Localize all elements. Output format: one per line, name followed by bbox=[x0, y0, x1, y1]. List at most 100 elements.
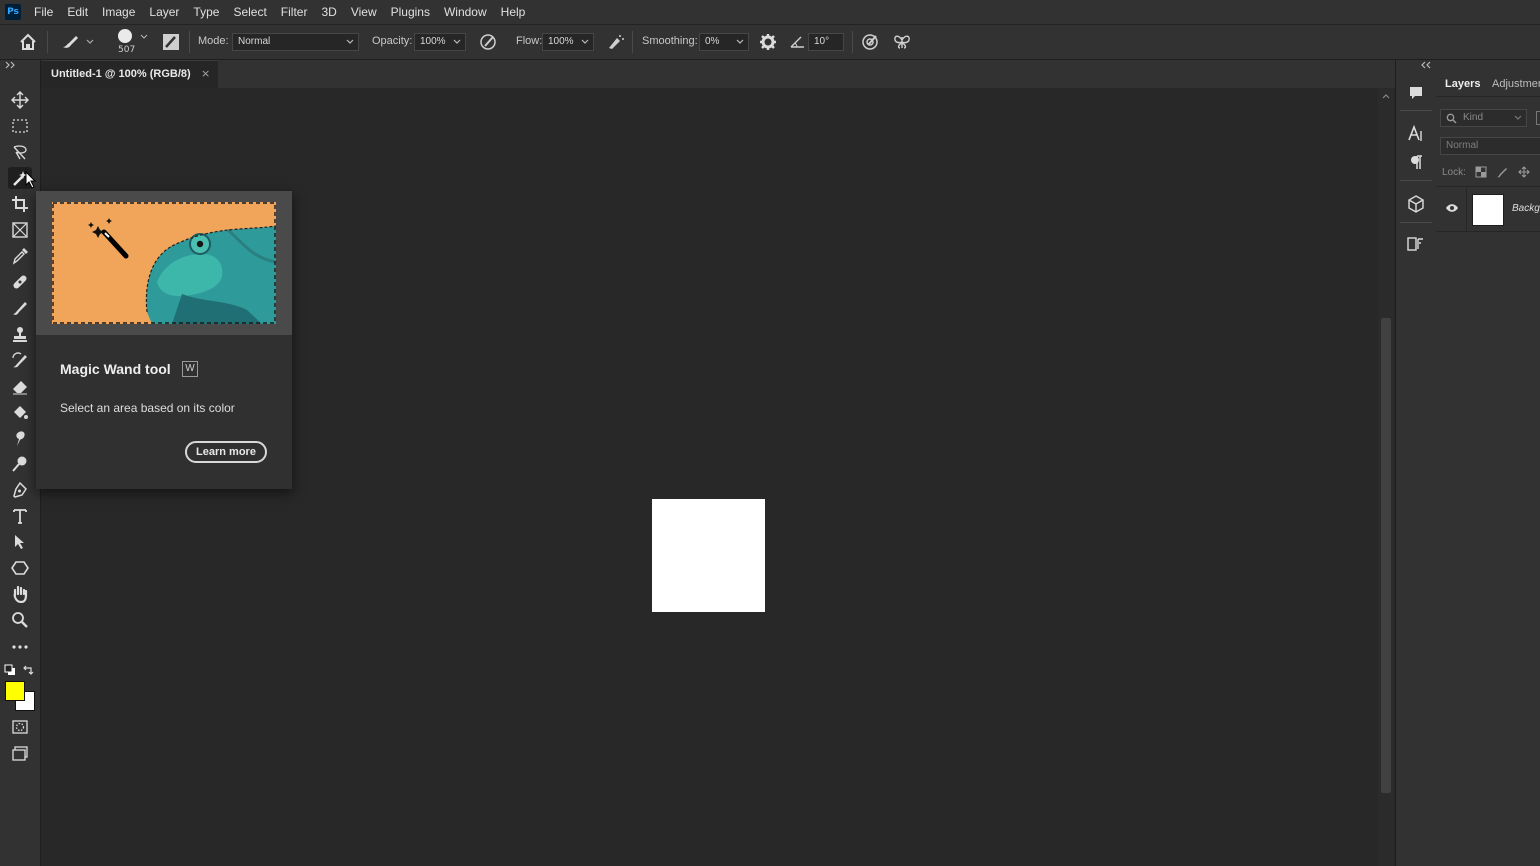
mode-dropdown[interactable]: Normal bbox=[232, 33, 359, 51]
crop-tool[interactable] bbox=[8, 193, 32, 215]
airbrush-button[interactable] bbox=[605, 32, 625, 52]
layer-name[interactable]: Backg bbox=[1512, 203, 1540, 214]
healing-brush-tool[interactable] bbox=[8, 271, 32, 293]
menu-edit[interactable]: Edit bbox=[60, 0, 95, 24]
lock-pixels-button[interactable] bbox=[1496, 166, 1508, 178]
separator bbox=[189, 31, 190, 53]
menu-window[interactable]: Window bbox=[437, 0, 494, 24]
menu-plugins[interactable]: Plugins bbox=[384, 0, 437, 24]
swap-colors-button[interactable] bbox=[22, 664, 34, 676]
chevron-down-icon bbox=[736, 39, 744, 44]
eraser-tool[interactable] bbox=[8, 375, 32, 397]
dodge-tool[interactable] bbox=[8, 453, 32, 475]
lock-position-button[interactable] bbox=[1518, 166, 1530, 178]
opacity-field[interactable]: 100% bbox=[414, 33, 466, 51]
menu-image[interactable]: Image bbox=[95, 0, 142, 24]
quick-mask-button[interactable] bbox=[8, 716, 32, 738]
move-tool[interactable] bbox=[8, 89, 32, 111]
filter-toggle[interactable] bbox=[1536, 111, 1540, 125]
separator bbox=[1400, 110, 1432, 111]
eyedropper-tool[interactable] bbox=[8, 245, 32, 267]
brush-settings-toggle[interactable] bbox=[161, 32, 181, 52]
menu-3d[interactable]: 3D bbox=[314, 0, 343, 24]
hand-tool[interactable] bbox=[8, 583, 32, 605]
lasso-tool[interactable] bbox=[8, 141, 32, 163]
brush-icon bbox=[13, 302, 27, 315]
pen-tool[interactable] bbox=[8, 479, 32, 501]
clone-stamp-tool[interactable] bbox=[8, 323, 32, 345]
vertical-scrollbar[interactable] bbox=[1378, 88, 1394, 866]
close-icon[interactable]: × bbox=[201, 67, 210, 80]
toolbar-collapse-button[interactable] bbox=[4, 60, 16, 70]
brush-preset-button[interactable]: 507 bbox=[111, 27, 151, 57]
paragraph-panel-button[interactable] bbox=[1406, 152, 1426, 172]
tab-layers[interactable]: Layers bbox=[1445, 72, 1480, 96]
opacity-label: Opacity: bbox=[372, 35, 413, 47]
cube-icon bbox=[1408, 195, 1424, 213]
blend-mode-value: Normal bbox=[1446, 140, 1479, 151]
rectangular-marquee-tool[interactable] bbox=[8, 115, 32, 137]
tool-preset-picker[interactable] bbox=[60, 32, 96, 52]
menu-filter[interactable]: Filter bbox=[274, 0, 315, 24]
brush-angle-control[interactable] bbox=[789, 32, 807, 52]
menu-layer[interactable]: Layer bbox=[142, 0, 186, 24]
scroll-up-icon[interactable] bbox=[1381, 92, 1391, 100]
separator bbox=[1466, 187, 1467, 231]
layer-visibility-toggle[interactable] bbox=[1445, 203, 1459, 213]
screen-mode-button[interactable] bbox=[8, 743, 32, 765]
layers-panel: Layers Adjustmen Kind Normal Lock: Backg bbox=[1436, 60, 1540, 866]
brush-tool[interactable] bbox=[8, 297, 32, 319]
document-tab[interactable]: Untitled-1 @ 100% (RGB/8) × bbox=[41, 60, 218, 88]
frame-tool[interactable] bbox=[8, 219, 32, 241]
document-canvas[interactable] bbox=[652, 499, 765, 612]
angle-field[interactable]: 10° bbox=[808, 33, 844, 51]
home-button[interactable] bbox=[18, 32, 38, 52]
menu-type[interactable]: Type bbox=[186, 0, 226, 24]
history-panel-button[interactable] bbox=[1406, 234, 1426, 254]
smoothing-field[interactable]: 0% bbox=[699, 33, 749, 51]
default-colors-button[interactable] bbox=[4, 664, 16, 676]
menu-file[interactable]: File bbox=[27, 0, 60, 24]
cursor-arrow-icon bbox=[25, 171, 37, 189]
3d-panel-button[interactable] bbox=[1406, 194, 1426, 214]
opacity-value: 100% bbox=[420, 36, 446, 47]
path-selection-tool[interactable] bbox=[8, 531, 32, 553]
edit-toolbar-button[interactable] bbox=[8, 636, 32, 658]
blur-tool[interactable] bbox=[8, 427, 32, 449]
layer-filter-kind[interactable]: Kind bbox=[1440, 109, 1527, 127]
paint-bucket-tool[interactable] bbox=[8, 401, 32, 423]
flow-field[interactable]: 100% bbox=[542, 33, 594, 51]
pressure-size-button[interactable] bbox=[860, 32, 880, 52]
eyedropper-icon bbox=[12, 248, 28, 265]
layer-row[interactable]: Backg bbox=[1436, 186, 1540, 232]
kind-label: Kind bbox=[1463, 112, 1484, 123]
character-panel-button[interactable] bbox=[1406, 124, 1426, 144]
shape-tool[interactable] bbox=[8, 557, 32, 579]
menu-help[interactable]: Help bbox=[494, 0, 533, 24]
menu-select[interactable]: Select bbox=[226, 0, 273, 24]
lock-transparency-button[interactable] bbox=[1475, 166, 1487, 178]
dock-collapse-button[interactable] bbox=[1420, 60, 1432, 70]
scrollbar-thumb[interactable] bbox=[1381, 318, 1391, 793]
tooltip-tool-name: Magic Wand tool bbox=[60, 361, 171, 377]
smoothing-options-button[interactable] bbox=[758, 32, 778, 52]
blend-mode-dropdown[interactable]: Normal bbox=[1440, 137, 1540, 155]
menu-view[interactable]: View bbox=[344, 0, 384, 24]
symmetry-button[interactable] bbox=[892, 32, 912, 52]
comments-panel-button[interactable] bbox=[1406, 83, 1426, 103]
pressure-opacity-button[interactable] bbox=[478, 32, 498, 52]
type-tool[interactable] bbox=[8, 505, 32, 527]
swap-arrows-icon bbox=[23, 665, 34, 675]
learn-more-button[interactable]: Learn more bbox=[185, 441, 267, 463]
gear-icon bbox=[760, 34, 776, 50]
speech-bubble-icon bbox=[1410, 87, 1422, 99]
brush-size-label: 507 bbox=[118, 45, 136, 55]
mode-label: Mode: bbox=[198, 35, 229, 47]
chevron-down-icon bbox=[581, 39, 589, 44]
hand-icon bbox=[13, 585, 28, 603]
options-bar-grip[interactable] bbox=[4, 25, 10, 59]
foreground-color-swatch[interactable] bbox=[5, 681, 25, 701]
tab-adjustments[interactable]: Adjustmen bbox=[1492, 72, 1540, 96]
history-brush-tool[interactable] bbox=[8, 349, 32, 371]
zoom-tool[interactable] bbox=[8, 609, 32, 631]
